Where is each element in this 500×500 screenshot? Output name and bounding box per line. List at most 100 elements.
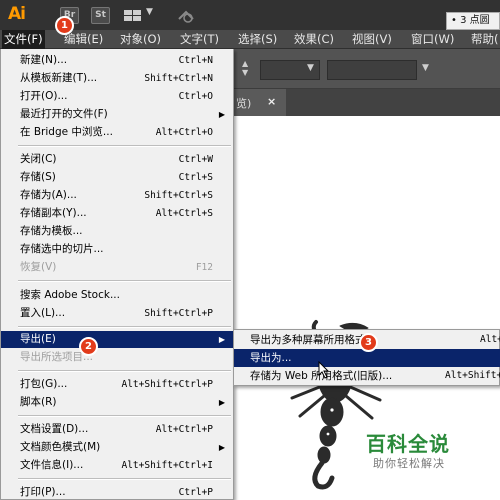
menu-item-shortcut: F12: [195, 262, 213, 273]
menu-item-new-from-template[interactable]: 从模板新建(T)... Shift+Ctrl+N: [1, 70, 233, 87]
chevron-down-icon[interactable]: ▼: [422, 63, 429, 73]
menu-item-label: 导出为多种屏幕所用格式...: [250, 334, 376, 346]
document-tab[interactable]: 览) ×: [234, 89, 286, 116]
menu-item-save[interactable]: 存储(S) Ctrl+S: [1, 169, 233, 186]
menu-separator: [18, 415, 231, 417]
menu-help[interactable]: 帮助(: [469, 30, 500, 49]
menu-item-browse-in-bridge[interactable]: 在 Bridge 中浏览... Alt+Ctrl+O: [1, 124, 233, 141]
menu-select[interactable]: 选择(S): [236, 30, 279, 49]
stroke-weight-spinner[interactable]: ▲ ▼: [242, 59, 254, 77]
menu-effect[interactable]: 效果(C): [292, 30, 336, 49]
menu-item-new[interactable]: 新建(N)... Ctrl+N: [1, 52, 233, 69]
stock-icon[interactable]: St: [91, 7, 110, 24]
menu-item-label: 存储为模板...: [20, 225, 83, 237]
chevron-down-icon[interactable]: ▼: [307, 63, 314, 73]
menu-item-label: 存储选中的切片...: [20, 243, 104, 255]
menu-item-label: 搜索 Adobe Stock...: [20, 289, 120, 301]
menu-item-save-as[interactable]: 存储为(A)... Shift+Ctrl+S: [1, 187, 233, 204]
menu-item-save-as-template[interactable]: 存储为模板...: [1, 223, 233, 240]
brush-definition-field[interactable]: • 3 点圆: [446, 12, 500, 30]
menu-item-shortcut: Ctrl+S: [178, 172, 213, 183]
document-tab-label: 览): [236, 97, 252, 110]
menu-item-shortcut: Alt+Ctrl+S: [155, 208, 213, 219]
menu-item-file-info[interactable]: 文件信息(I)... Alt+Shift+Ctrl+I: [1, 457, 233, 474]
mouse-cursor-icon: [318, 361, 330, 379]
menu-item-label: 存储副本(Y)...: [20, 207, 87, 219]
menu-separator: [18, 370, 231, 372]
menu-item-shortcut: Alt+Ctrl+P: [155, 424, 213, 435]
menu-item-shortcut: Shift+Ctrl+N: [144, 73, 213, 84]
menu-item-label: 打包(G)...: [20, 378, 68, 390]
variable-width-profile[interactable]: [327, 60, 417, 80]
menu-item-document-setup[interactable]: 文档设置(D)... Alt+Ctrl+P: [1, 421, 233, 438]
menu-item-label: 关闭(C): [20, 153, 57, 165]
menu-separator: [18, 280, 231, 282]
menu-item-label: 存储(S): [20, 171, 56, 183]
brush-definition-label: 3 点圆: [460, 15, 490, 26]
menu-item-label: 文档设置(D)...: [20, 423, 89, 435]
menu-item-label: 在 Bridge 中浏览...: [20, 126, 113, 138]
menu-item-print[interactable]: 打印(P)... Ctrl+P: [1, 484, 233, 500]
menu-item-shortcut: Ctrl+N: [178, 55, 213, 66]
menu-separator: [18, 326, 231, 328]
close-icon[interactable]: ×: [267, 95, 276, 108]
menu-item-revert: 恢复(V) F12: [1, 259, 233, 276]
app-title-bar: Ai Br St ▼: [0, 0, 500, 30]
submenu-arrow-icon: ▶: [218, 335, 225, 344]
menu-item-label: 置入(L)...: [20, 307, 66, 319]
menu-item-save-selected-slices[interactable]: 存储选中的切片...: [1, 241, 233, 258]
control-bar: ▲ ▼ ▼ ▼: [234, 49, 500, 89]
menu-item-place[interactable]: 置入(L)... Shift+Ctrl+P: [1, 305, 233, 322]
document-tab-bar: 览) ×: [234, 89, 500, 116]
menu-item-label: 恢复(V): [20, 261, 57, 273]
menu-item-shortcut: Shift+Ctrl+P: [144, 308, 213, 319]
menu-item-shortcut: Shift+Ctrl+S: [144, 190, 213, 201]
menu-view[interactable]: 视图(V): [350, 30, 394, 49]
menu-item-shortcut: Alt+Ctrl+O: [155, 127, 213, 138]
menu-item-label: 存储为(A)...: [20, 189, 77, 201]
menu-item-label: 脚本(R): [20, 396, 57, 408]
menu-item-shortcut: Alt+Shift+Ctrl+P: [121, 379, 213, 390]
menu-item-document-color-mode[interactable]: 文档颜色模式(M) ▶: [1, 439, 233, 456]
menu-item-shortcut: Ctrl+P: [178, 487, 213, 498]
menu-file[interactable]: 文件(F): [2, 30, 45, 49]
workspace-layout-icon[interactable]: [124, 10, 141, 22]
menu-item-shortcut: Ctrl+O: [178, 91, 213, 102]
submenu-arrow-icon: ▶: [218, 443, 225, 452]
submenu-arrow-icon: ▶: [218, 110, 225, 119]
menu-item-shortcut: Alt+Shift+: [445, 370, 500, 381]
watermark-subtitle: 助你轻松解决: [373, 457, 445, 470]
menu-item-shortcut: Alt+: [480, 334, 500, 345]
menu-item-shortcut: Alt+Shift+Ctrl+I: [121, 460, 213, 471]
submenu-arrow-icon: ▶: [218, 398, 225, 407]
submenu-item-save-for-web[interactable]: 存储为 Web 所用格式(旧版)... Alt+Shift+: [234, 367, 500, 385]
step-badge-1: 1: [55, 16, 74, 35]
menu-item-search-adobe-stock[interactable]: 搜索 Adobe Stock...: [1, 287, 233, 304]
menu-item-shortcut: Ctrl+W: [178, 154, 213, 165]
menu-item-close[interactable]: 关闭(C) Ctrl+W: [1, 151, 233, 168]
chevron-down-icon[interactable]: ▼: [146, 7, 153, 17]
step-badge-3: 3: [359, 333, 378, 352]
brush-bullet-icon: •: [451, 15, 457, 26]
menu-item-label: 打开(O)...: [20, 90, 68, 102]
menu-item-label: 文档颜色模式(M): [20, 441, 101, 453]
step-badge-2: 2: [79, 337, 98, 356]
menu-item-open[interactable]: 打开(O)... Ctrl+O: [1, 88, 233, 105]
menu-item-export-selection: 导出所选项目...: [1, 349, 233, 366]
menu-object[interactable]: 对象(O): [118, 30, 163, 49]
menu-item-export[interactable]: 导出(E) ▶: [1, 331, 233, 348]
menu-type[interactable]: 文字(T): [178, 30, 221, 49]
menu-item-save-copy[interactable]: 存储副本(Y)... Alt+Ctrl+S: [1, 205, 233, 222]
illustrator-logo: Ai: [8, 4, 26, 24]
menu-window[interactable]: 窗口(W): [409, 30, 456, 49]
watermark-title: 百科全说: [366, 432, 450, 456]
menu-item-scripts[interactable]: 脚本(R) ▶: [1, 394, 233, 411]
menu-item-label: 从模板新建(T)...: [20, 72, 98, 84]
file-menu-dropdown: 新建(N)... Ctrl+N 从模板新建(T)... Shift+Ctrl+N 打…: [0, 49, 234, 500]
menu-separator: [18, 145, 231, 147]
menu-item-package[interactable]: 打包(G)... Alt+Shift+Ctrl+P: [1, 376, 233, 393]
menu-item-open-recent[interactable]: 最近打开的文件(F) ▶: [1, 106, 233, 123]
menu-bar: 文件(F) 编辑(E) 对象(O) 文字(T) 选择(S) 效果(C) 视图(V…: [0, 30, 500, 49]
sync-icon[interactable]: [176, 7, 196, 24]
menu-item-label: 新建(N)...: [20, 54, 68, 66]
